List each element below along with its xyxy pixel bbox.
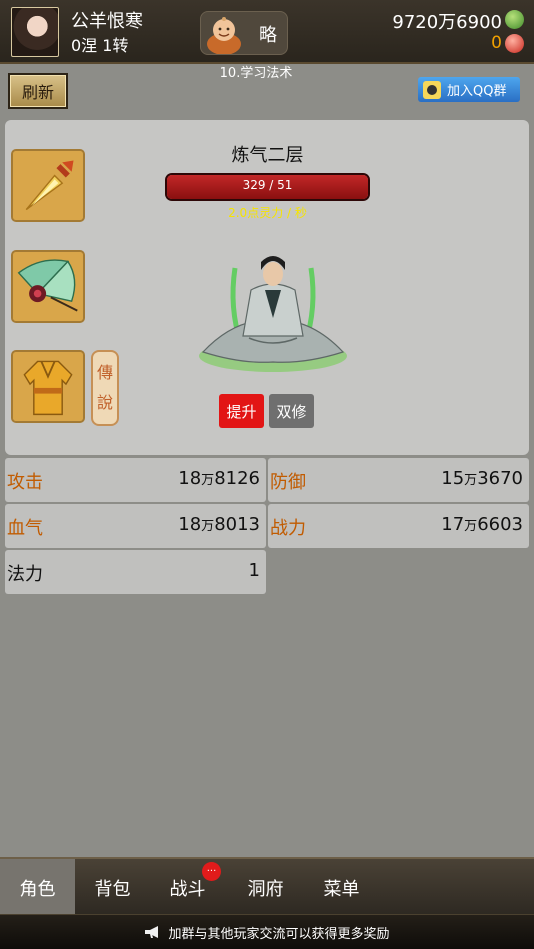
bottom-tab-bar: 角色 背包 战斗 洞府 菜单 [0,857,534,916]
qq-group-icon [423,80,441,99]
notice-text: 加群与其他玩家交流可以获得更多奖励 [168,926,390,942]
stat-hp-unit: 万 [201,519,215,534]
stat-mana: 法力 1 [5,550,266,594]
jade-coin-icon [505,10,524,29]
cultivation-progress-text: 329 / 51 [242,178,293,192]
stat-attack-unit: 万 [201,473,215,488]
armor-slot[interactable] [11,350,85,423]
monk-guide-icon [207,17,241,54]
stat-attack-rest: 8126 [214,468,260,489]
stat-mana-label: 法力 [7,564,43,585]
battle-notification-badge: ... [202,862,221,881]
stat-hp-value: 18万8013 [178,514,260,535]
dagger-weapon-icon [13,151,83,220]
red-gem-icon[interactable] [505,34,524,53]
qq-button-label: 加入QQ群 [447,84,507,99]
player-name: 公羊恨寒 [71,11,143,32]
stat-power-main: 17 [441,514,465,535]
stat-defense-value: 15万3670 [441,468,523,489]
stat-defense-main: 15 [441,468,465,489]
tab-cave[interactable]: 洞府 [228,859,303,916]
stat-hp-label: 血气 [7,518,43,539]
stat-power-unit: 万 [464,519,478,534]
tab-bag[interactable]: 背包 [75,859,150,916]
character-panel: 傳說 炼气二层 329 / 51 2.0点灵力 / 秒 提升 双修 [5,120,529,455]
stat-attack-label: 攻击 [7,472,43,493]
stat-attack: 攻击 18万8126 [5,458,266,502]
notice-bar[interactable]: 加群与其他玩家交流可以获得更多奖励 [0,914,534,949]
stat-attack-value: 18万8126 [178,468,260,489]
cultivation-progress-bar: 329 / 51 [167,175,368,199]
player-rank: 0涅 1转 [71,36,129,55]
refresh-button[interactable]: 刷新 [8,73,68,109]
robe-armor-icon [13,352,83,421]
hint-label: 略 [259,25,277,46]
meditating-character-icon [199,256,347,372]
stat-hp: 血气 18万8013 [5,504,266,548]
stat-defense-unit: 万 [464,473,478,488]
player-avatar[interactable] [11,7,59,57]
stat-hp-main: 18 [178,514,202,535]
task-label: 10.学习法术 [219,66,293,81]
stat-defense-rest: 3670 [477,468,523,489]
weapon-slot[interactable] [11,149,85,222]
stat-power: 战力 17万6603 [268,504,529,548]
upgrade-button[interactable]: 提升 [219,394,264,428]
join-qq-group-button[interactable]: 加入QQ群 [418,77,520,102]
dual-cultivation-button[interactable]: 双修 [269,394,314,428]
treasure-slot[interactable] [11,250,85,323]
stat-defense-label: 防御 [270,472,306,493]
tab-menu[interactable]: 菜单 [304,859,379,916]
stat-hp-rest: 8013 [214,514,260,535]
fan-treasure-icon [13,252,83,321]
stat-defense: 防御 15万3670 [268,458,529,502]
top-bar: 公羊恨寒 0涅 1转 略 9720万6900 0 [0,0,534,64]
stat-power-rest: 6603 [477,514,523,535]
gold-amount: 9720万6900 [392,12,502,33]
megaphone-icon [145,926,159,938]
gem-amount: 0 [491,33,502,53]
guide-hint-button[interactable]: 略 [200,11,288,55]
stat-mana-value: 1 [248,560,260,581]
stat-attack-main: 18 [178,468,202,489]
realm-title: 炼气二层 [231,145,304,166]
stat-power-label: 战力 [270,518,306,539]
spirit-rate: 2.0点灵力 / 秒 [228,206,307,220]
tab-role[interactable]: 角色 [0,859,75,916]
legend-quality-tag: 傳說 [91,350,119,426]
stat-power-value: 17万6603 [441,514,523,535]
